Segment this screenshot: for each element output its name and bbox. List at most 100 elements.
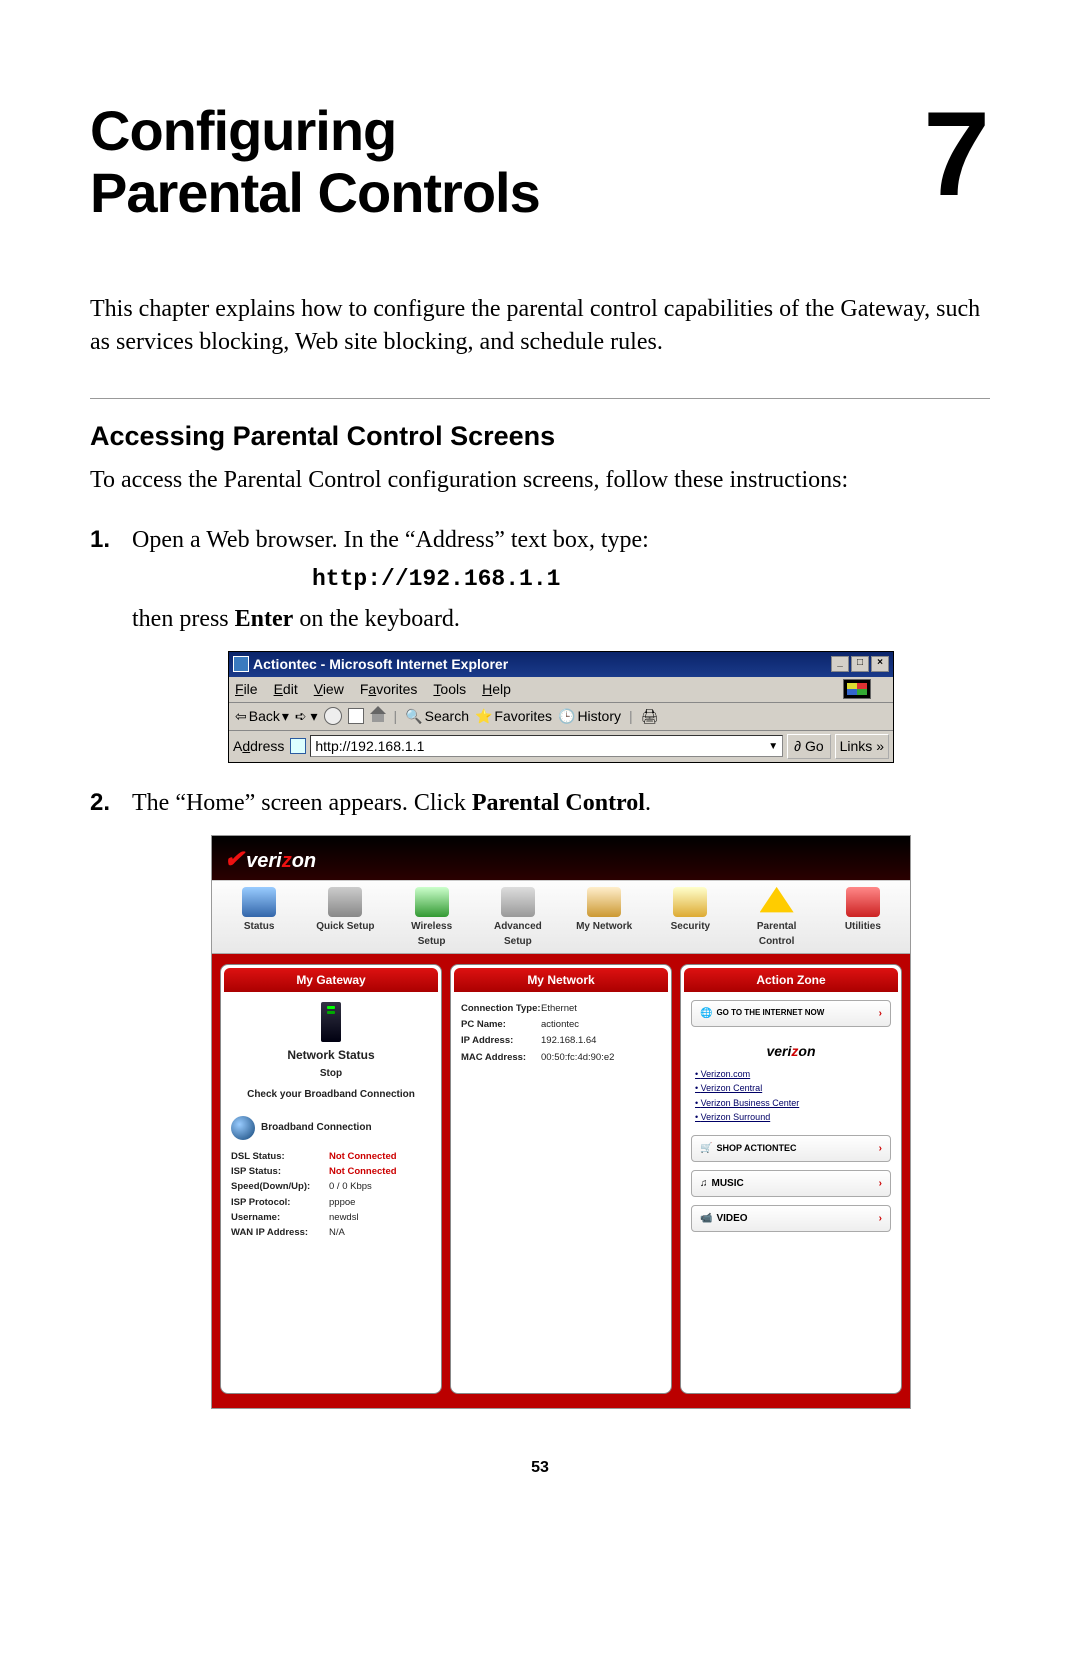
link-verizon-business[interactable]: Verizon Business Center xyxy=(695,1097,887,1111)
key: IP Address: xyxy=(461,1034,541,1048)
value: actiontec xyxy=(541,1018,661,1032)
address-dropdown-icon[interactable]: ▼ xyxy=(768,739,778,754)
gateway-header: ✔verizon xyxy=(212,836,910,880)
shop-actiontec-button[interactable]: 🛒SHOP ACTIONTEC › xyxy=(691,1135,891,1162)
chapter-number: 7 xyxy=(923,100,990,208)
address-value: http://192.168.1.1 xyxy=(315,736,424,757)
forward-button[interactable]: ➪ ▾ xyxy=(295,706,318,727)
menu-view[interactable]: View xyxy=(314,679,344,700)
value: pppoe xyxy=(329,1196,431,1210)
table-row: DSL Status:Not Connected xyxy=(231,1150,431,1164)
close-button[interactable]: × xyxy=(871,656,889,672)
history-button[interactable]: 🕒 History xyxy=(558,706,621,727)
verizon-mini-logo: verizon xyxy=(681,1041,901,1062)
stop-icon[interactable] xyxy=(324,707,342,725)
broadband-heading: Broadband Connection xyxy=(231,1116,431,1140)
link-verizon-com[interactable]: Verizon.com xyxy=(695,1068,887,1082)
ie-throbber-icon xyxy=(843,679,871,699)
security-icon xyxy=(673,887,707,917)
back-button[interactable]: ⇦ Back ▾ xyxy=(235,706,289,727)
advanced-icon xyxy=(501,887,535,917)
panel-title: My Gateway xyxy=(224,968,438,992)
value: Ethernet xyxy=(541,1002,661,1016)
menu-file[interactable]: File xyxy=(235,679,258,700)
table-row: ISP Protocol:pppoe xyxy=(231,1196,431,1210)
step-2-post: . xyxy=(645,790,651,816)
table-row: MAC Address:00:50:fc:4d:90:e2 xyxy=(461,1051,661,1065)
panel-my-network: My Network Connection Type:Ethernet PC N… xyxy=(450,964,672,1394)
divider xyxy=(90,398,990,399)
nav-status[interactable]: Status xyxy=(224,887,294,949)
step-1-post-a: then press xyxy=(132,606,235,632)
favorites-label: Favorites xyxy=(494,706,552,727)
history-label: History xyxy=(577,706,621,727)
page-icon xyxy=(290,738,306,754)
menu-favorites[interactable]: Favorites xyxy=(360,679,418,700)
nav-my-network[interactable]: My Network xyxy=(569,887,639,949)
minimize-button[interactable]: _ xyxy=(831,656,849,672)
table-row: PC Name:actiontec xyxy=(461,1018,661,1032)
gateway-nav: Status Quick Setup Wireless Setup Advanc… xyxy=(212,880,910,954)
globe-icon xyxy=(231,1116,255,1140)
ie-app-icon xyxy=(233,656,249,672)
ie-address-bar: Address http://192.168.1.1 ▼ ∂ Go Links … xyxy=(229,731,893,762)
parental-icon xyxy=(760,887,794,917)
link-verizon-central[interactable]: Verizon Central xyxy=(695,1082,887,1096)
nav-security[interactable]: Security xyxy=(655,887,725,949)
print-icon[interactable]: 🖨 xyxy=(641,706,659,727)
nav-label: Parental Control xyxy=(757,921,796,947)
menu-help[interactable]: Help xyxy=(482,679,511,700)
favorites-button[interactable]: ⭐ Favorites xyxy=(475,706,552,727)
video-button[interactable]: 📹VIDEO › xyxy=(691,1205,891,1232)
refresh-icon[interactable] xyxy=(348,708,364,724)
chapter-title-line1: Configuring xyxy=(90,99,396,162)
panel-action-zone: Action Zone 🌐GO TO THE INTERNET NOW › ve… xyxy=(680,964,902,1394)
nav-parental-control[interactable]: Parental Control xyxy=(742,887,812,949)
menu-tools[interactable]: Tools xyxy=(433,679,466,700)
verizon-links: Verizon.com Verizon Central Verizon Busi… xyxy=(695,1068,887,1125)
table-row: IP Address:192.168.1.64 xyxy=(461,1034,661,1048)
chapter-title-line2: Parental Controls xyxy=(90,161,540,224)
button-label: SHOP ACTIONTEC xyxy=(716,1142,796,1156)
nav-wireless-setup[interactable]: Wireless Setup xyxy=(397,887,467,949)
nav-utilities[interactable]: Utilities xyxy=(828,887,898,949)
table-row: WAN IP Address:N/A xyxy=(231,1226,431,1240)
maximize-button[interactable]: □ xyxy=(851,656,869,672)
key: Speed(Down/Up): xyxy=(231,1180,329,1194)
chevron-right-icon: › xyxy=(879,1211,882,1226)
nav-quick-setup[interactable]: Quick Setup xyxy=(310,887,380,949)
back-label: Back xyxy=(249,706,280,727)
menu-edit[interactable]: Edit xyxy=(274,679,298,700)
table-row: Connection Type:Ethernet xyxy=(461,1002,661,1016)
go-button[interactable]: ∂ Go xyxy=(787,734,831,759)
links-button[interactable]: Links » xyxy=(835,734,889,759)
ie-toolbar: ⇦ Back ▾ ➪ ▾ | 🔍 Search ⭐ Favorites 🕒 Hi… xyxy=(229,703,893,731)
section-heading: Accessing Parental Control Screens xyxy=(90,421,990,452)
step-number: 1. xyxy=(90,522,132,763)
stop-link[interactable]: Stop xyxy=(231,1066,431,1081)
value: Not Connected xyxy=(329,1165,431,1179)
chapter-intro: This chapter explains how to configure t… xyxy=(90,293,990,358)
table-row: Speed(Down/Up):0 / 0 Kbps xyxy=(231,1180,431,1194)
chevron-right-icon: › xyxy=(879,1141,882,1156)
video-icon: 📹 xyxy=(700,1211,712,1226)
network-status-title: Network Status xyxy=(231,1046,431,1064)
check-broadband-link[interactable]: Check your Broadband Connection xyxy=(231,1087,431,1102)
globe-icon: 🌐 xyxy=(700,1006,712,1021)
search-button[interactable]: 🔍 Search xyxy=(405,706,469,727)
nav-label: Utilities xyxy=(845,921,881,932)
step-1-post-b: on the keyboard. xyxy=(293,606,460,632)
key: Connection Type: xyxy=(461,1002,541,1016)
music-button[interactable]: ♫MUSIC › xyxy=(691,1170,891,1197)
value: N/A xyxy=(329,1226,431,1240)
broadband-label: Broadband Connection xyxy=(261,1120,372,1135)
tower-icon xyxy=(321,1002,341,1042)
go-internet-button[interactable]: 🌐GO TO THE INTERNET NOW › xyxy=(691,1000,891,1027)
address-input[interactable]: http://192.168.1.1 ▼ xyxy=(310,735,783,757)
home-icon[interactable] xyxy=(370,708,386,724)
nav-advanced-setup[interactable]: Advanced Setup xyxy=(483,887,553,949)
key: MAC Address: xyxy=(461,1051,541,1065)
table-row: ISP Status:Not Connected xyxy=(231,1165,431,1179)
link-verizon-surround[interactable]: Verizon Surround xyxy=(695,1111,887,1125)
go-label: Go xyxy=(805,738,824,754)
